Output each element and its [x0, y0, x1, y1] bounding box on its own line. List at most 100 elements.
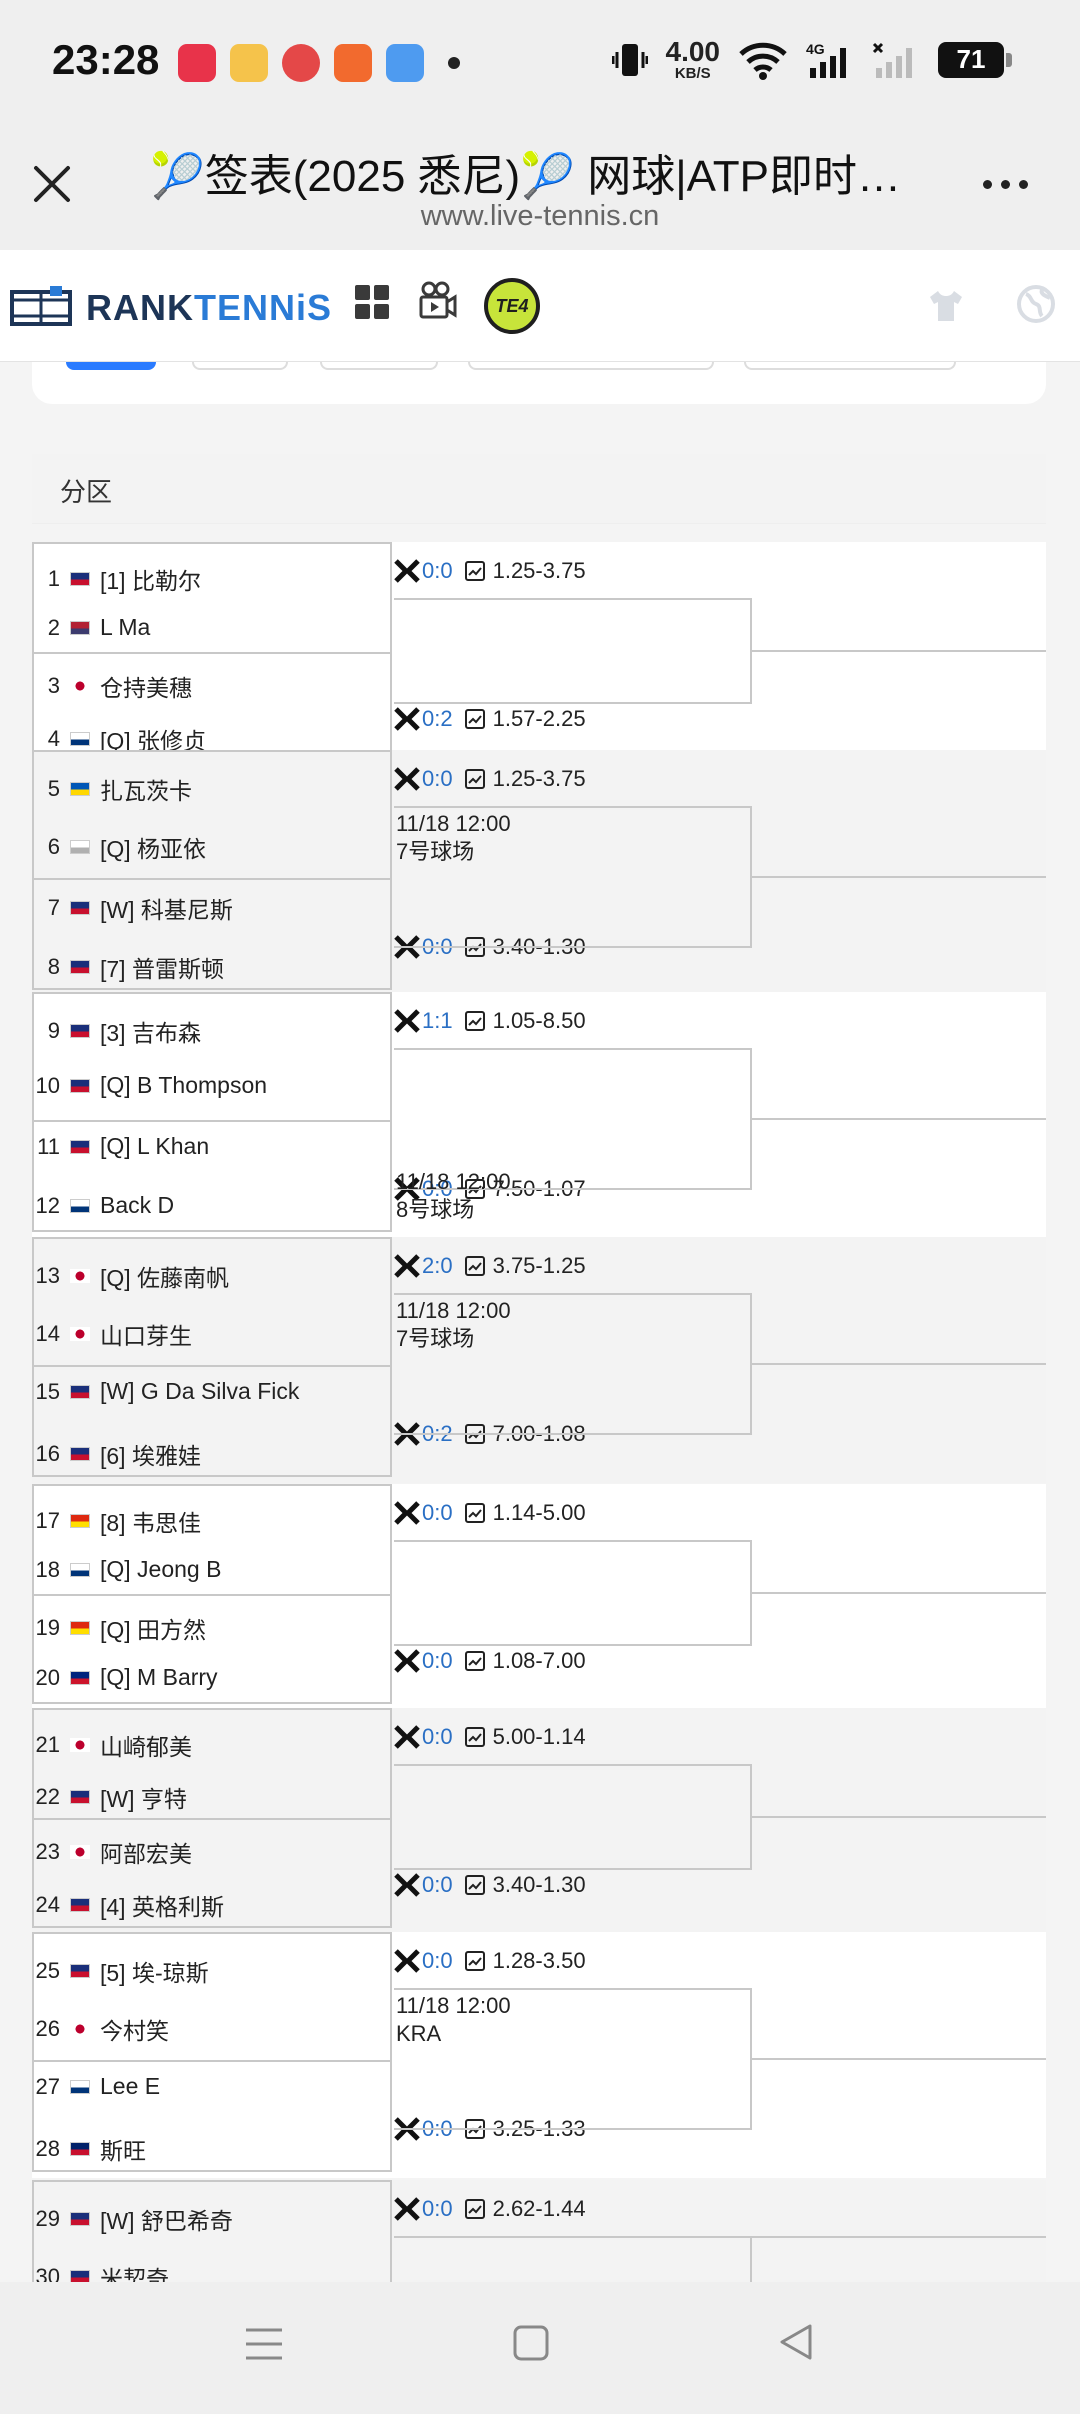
home-icon[interactable]	[512, 2324, 550, 2362]
match-row[interactable]: 2:0 3.75-1.25	[394, 1253, 586, 1279]
match-row[interactable]: 0:0 1.25-3.75	[394, 766, 586, 792]
match-row[interactable]: 0:0 1.25-3.75	[394, 558, 586, 584]
match-score[interactable]: 0:0	[422, 766, 453, 792]
match-score[interactable]: 0:0	[422, 1500, 453, 1526]
player-row[interactable]: 20 [Q] M Barry	[32, 1664, 388, 1691]
close-icon[interactable]	[30, 162, 74, 206]
player-row[interactable]: 30 米契奇	[32, 2260, 388, 2282]
video-camera-icon[interactable]	[418, 280, 458, 322]
h2h-icon[interactable]	[394, 1725, 420, 1749]
country-flag-icon	[70, 2079, 90, 2094]
player-name: 斯旺	[100, 2138, 146, 2164]
te4-badge-icon[interactable]: TE4	[484, 278, 540, 334]
globe-icon[interactable]	[1016, 284, 1056, 324]
shirt-icon[interactable]	[928, 288, 964, 324]
grid-menu-icon[interactable]	[354, 284, 390, 320]
match-score[interactable]: 0:0	[422, 558, 453, 584]
odds-chart-icon[interactable]	[464, 561, 485, 581]
tab-points-prize[interactable]: 赛事积分与奖金	[468, 362, 714, 370]
odds-chart-icon[interactable]	[464, 2199, 485, 2219]
h2h-icon[interactable]	[394, 2197, 420, 2221]
h2h-icon[interactable]	[394, 1254, 420, 1278]
player-row[interactable]: 2 L Ma	[32, 614, 388, 641]
player-row[interactable]: 14 山口芽生	[32, 1317, 388, 1351]
player-row[interactable]: 27 Lee E	[32, 2073, 388, 2100]
seed-number: 10	[35, 1072, 60, 1098]
match-row[interactable]: 0:0 1.08-7.00	[394, 1648, 586, 1674]
player-name: [W] G Da Silva Fick	[100, 1378, 300, 1404]
odds-chart-icon[interactable]	[464, 1256, 485, 1276]
player-row[interactable]: 25 [5] 埃-琼斯	[32, 1954, 388, 1988]
match-score[interactable]: 0:2	[422, 706, 453, 732]
player-row[interactable]: 7 [W] 科基尼斯	[32, 891, 388, 925]
player-row[interactable]: 5 扎瓦茨卡	[32, 772, 388, 806]
match-score[interactable]: 2:0	[422, 1253, 453, 1279]
draw-group: 5 扎瓦茨卡 6 [Q] 杨亚依 7 [W] 科基尼斯 8 [7] 普雷斯顿 0:0 1.25-3…	[32, 750, 1046, 996]
odds-chart-icon[interactable]	[464, 1951, 485, 1971]
odds-chart-icon[interactable]	[464, 1011, 485, 1031]
h2h-icon[interactable]	[394, 1949, 420, 1973]
h2h-icon[interactable]	[394, 767, 420, 791]
match-score[interactable]: 0:0	[422, 1948, 453, 1974]
player-row[interactable]: 12 Back D	[32, 1192, 388, 1219]
recent-apps-icon[interactable]	[244, 2324, 284, 2364]
player-row[interactable]: 11 [Q] L Khan	[32, 1133, 388, 1160]
match-row[interactable]: 0:0 1.14-5.00	[394, 1500, 586, 1526]
player-row[interactable]: 21 山崎郁美	[32, 1728, 388, 1762]
match-score[interactable]: 0:0	[422, 1724, 453, 1750]
match-row[interactable]: 0:2 1.57-2.25	[394, 706, 586, 732]
tab-singles[interactable]: 女单	[66, 362, 156, 370]
player-row[interactable]: 28 斯旺	[32, 2132, 388, 2166]
bracket-line	[752, 2058, 1046, 2060]
match-row[interactable]: 0:0 2.62-1.44	[394, 2196, 586, 2222]
h2h-icon[interactable]	[394, 559, 420, 583]
site-logo[interactable]: RANKTENNiS	[86, 287, 332, 329]
player-row[interactable]: 23 阿部宏美	[32, 1835, 388, 1869]
player-row[interactable]: 10 [Q] B Thompson	[32, 1072, 388, 1099]
tab-qualifying[interactable]: 女单Q	[320, 362, 438, 370]
match-score[interactable]: 0:0	[422, 1872, 453, 1898]
player-row[interactable]: 22 [W] 亨特	[32, 1780, 388, 1814]
odds-chart-icon[interactable]	[464, 1503, 485, 1523]
player-row[interactable]: 29 [W] 舒巴希奇	[32, 2202, 388, 2236]
tab-entry-list[interactable]: 女单参赛名单	[744, 362, 956, 370]
back-icon[interactable]	[776, 2322, 816, 2362]
match-score[interactable]: 0:0	[422, 1648, 453, 1674]
match-row[interactable]: 0:0 3.40-1.30	[394, 1872, 586, 1898]
h2h-icon[interactable]	[394, 707, 420, 731]
player-name: [W] 科基尼斯	[100, 897, 233, 923]
odds-chart-icon[interactable]	[464, 1875, 485, 1895]
seed-number: 18	[35, 1556, 60, 1582]
odds-chart-icon[interactable]	[464, 769, 485, 789]
player-row[interactable]: 26 今村笑	[32, 2012, 388, 2046]
match-row[interactable]: 1:1 1.05-8.50	[394, 1008, 586, 1034]
h2h-icon[interactable]	[394, 1501, 420, 1525]
match-row[interactable]: 0:0 1.28-3.50	[394, 1948, 586, 1974]
player-row[interactable]: 19 [Q] 田方然	[32, 1611, 388, 1645]
match-row[interactable]: 0:0 5.00-1.14	[394, 1724, 586, 1750]
player-row[interactable]: 3 仓持美穗	[32, 669, 388, 703]
h2h-icon[interactable]	[394, 1873, 420, 1897]
tab-doubles[interactable]: 女双	[192, 362, 288, 370]
player-row[interactable]: 16 [6] 埃雅娃	[32, 1437, 388, 1471]
odds-chart-icon[interactable]	[464, 1727, 485, 1747]
odds-chart-icon[interactable]	[464, 1651, 485, 1671]
country-flag-icon	[70, 1670, 90, 1685]
player-row[interactable]: 6 [Q] 杨亚依	[32, 830, 388, 864]
player-row[interactable]: 13 [Q] 佐藤南帆	[32, 1259, 388, 1293]
match-score[interactable]: 1:1	[422, 1008, 453, 1034]
country-flag-icon	[70, 2212, 90, 2226]
player-row[interactable]: 8 [7] 普雷斯顿	[32, 950, 388, 984]
player-row[interactable]: 15 [W] G Da Silva Fick	[32, 1378, 388, 1405]
player-row[interactable]: 24 [4] 英格利斯	[32, 1888, 388, 1922]
player-row[interactable]: 9 [3] 吉布森	[32, 1014, 388, 1048]
ranktennis-logo-icon[interactable]	[10, 286, 72, 328]
player-row[interactable]: 18 [Q] Jeong B	[32, 1556, 388, 1583]
match-score[interactable]: 0:0	[422, 2196, 453, 2222]
h2h-icon[interactable]	[394, 1649, 420, 1673]
more-options-button[interactable]	[983, 180, 1028, 189]
odds-chart-icon[interactable]	[464, 709, 485, 729]
player-row[interactable]: 1 [1] 比勒尔	[32, 562, 388, 596]
h2h-icon[interactable]	[394, 1009, 420, 1033]
player-row[interactable]: 17 [8] 韦思佳	[32, 1504, 388, 1538]
